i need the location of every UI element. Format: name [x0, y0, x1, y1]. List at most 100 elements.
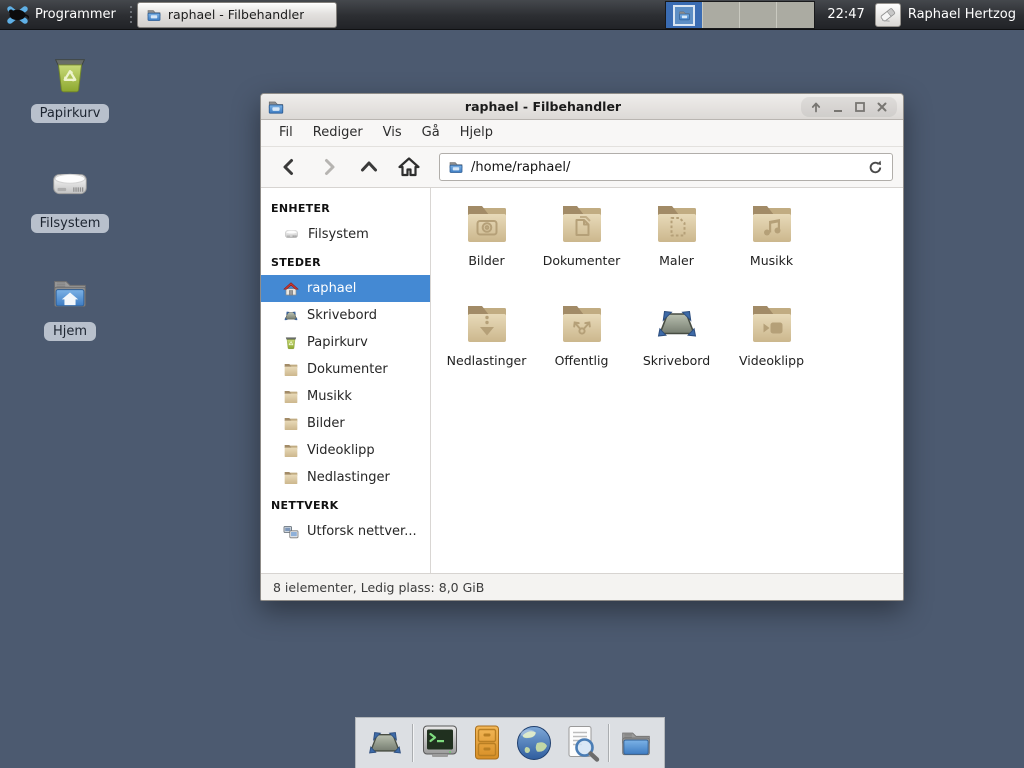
sidebar-item-browse-network[interactable]: Utforsk nettver... [261, 518, 430, 545]
desktop-icon-trash[interactable]: Papirkurv [20, 52, 120, 123]
file-item-pictures[interactable]: Bilder [439, 200, 534, 300]
window-controls [801, 97, 897, 117]
path-input[interactable]: /home/raphael/ [471, 160, 860, 175]
file-item-videos[interactable]: Videoklipp [724, 300, 819, 400]
folder-icon [283, 362, 299, 378]
home-folder-icon [47, 270, 93, 316]
reload-icon[interactable] [867, 159, 884, 176]
workspace-4[interactable] [777, 2, 814, 28]
file-manager-icon [616, 723, 656, 763]
folder-document-icon [558, 200, 606, 248]
sidebar-item-music[interactable]: Musikk [261, 383, 430, 410]
sidebar-item-pictures[interactable]: Bilder [261, 410, 430, 437]
toolbar: /home/raphael/ [261, 147, 903, 188]
sidebar-item-label: Nedlastinger [307, 470, 390, 485]
folder-icon [283, 443, 299, 459]
desktop-icon-label: Filsystem [31, 214, 110, 233]
path-bar[interactable]: /home/raphael/ [439, 153, 893, 181]
clock[interactable]: 22:47 [827, 7, 864, 22]
folder-icon [678, 9, 691, 22]
close-button[interactable] [873, 98, 891, 116]
file-item-downloads[interactable]: Nedlastinger [439, 300, 534, 400]
menu-view[interactable]: Vis [373, 120, 412, 146]
sidebar-item-label: raphael [307, 281, 356, 296]
workspace-1[interactable] [666, 2, 703, 28]
applications-menu-label: Programmer [35, 7, 116, 22]
maximize-button[interactable] [851, 98, 869, 116]
shade-button[interactable] [807, 98, 825, 116]
web-browser-launcher[interactable] [514, 723, 554, 763]
file-label: Maler [659, 253, 694, 268]
menu-go[interactable]: Gå [412, 120, 450, 146]
folder-icon [283, 416, 299, 432]
network-icon [283, 524, 299, 540]
menu-help[interactable]: Hjelp [450, 120, 503, 146]
file-item-documents[interactable]: Dokumenter [534, 200, 629, 300]
sidebar-header-devices: ENHETER [261, 194, 430, 221]
sidebar-item-documents[interactable]: Dokumenter [261, 356, 430, 383]
desktop-icon-filesystem[interactable]: Filsystem [20, 162, 120, 233]
folder-icon [146, 7, 162, 23]
trash-icon [47, 52, 93, 98]
folder-icon [448, 159, 464, 175]
file-item-public[interactable]: Offentlig [534, 300, 629, 400]
user-action-button[interactable] [875, 3, 901, 27]
sidebar-item-label: Filsystem [308, 227, 369, 242]
sidebar-item-desktop[interactable]: Skrivebord [261, 302, 430, 329]
home-icon [283, 281, 299, 297]
file-view[interactable]: Bilder Dokumenter Maler Musikk Nedlastin… [431, 188, 903, 573]
sidebar-item-raphael[interactable]: raphael [261, 275, 430, 302]
terminal-launcher[interactable] [420, 723, 460, 763]
folder-music-icon [748, 200, 796, 248]
tasklist-grip[interactable] [129, 6, 134, 24]
back-button[interactable] [271, 151, 307, 183]
user-name[interactable]: Raphael Hertzog [908, 7, 1016, 22]
sidebar-item-label: Dokumenter [307, 362, 388, 377]
task-button-filemanager[interactable]: raphael - Filbehandler [137, 2, 337, 28]
up-button[interactable] [351, 151, 387, 183]
file-item-music[interactable]: Musikk [724, 200, 819, 300]
web-browser-icon [514, 723, 554, 763]
titlebar[interactable]: raphael - Filbehandler [261, 94, 903, 120]
sidebar-item-label: Musikk [307, 389, 352, 404]
sidebar-item-label: Papirkurv [307, 335, 368, 350]
sidebar-item-videos[interactable]: Videoklipp [261, 437, 430, 464]
folder-template-icon [653, 200, 701, 248]
applications-menu[interactable]: Programmer [0, 0, 126, 29]
app-finder-launcher[interactable] [561, 723, 601, 763]
file-label: Bilder [468, 253, 504, 268]
dock [355, 717, 665, 768]
workspace-window-thumbnail [673, 5, 695, 26]
file-label: Videoklipp [739, 353, 804, 368]
window-icon [267, 98, 285, 116]
file-cabinet-launcher[interactable] [467, 723, 507, 763]
statusbar-text: 8 ielementer, Ledig plass: 8,0 GiB [273, 580, 484, 595]
sidebar-item-label: Skrivebord [307, 308, 377, 323]
file-cabinet-icon [467, 723, 507, 763]
top-panel: Programmer raphael - Filbehandler 22:47 … [0, 0, 1024, 30]
file-item-templates[interactable]: Maler [629, 200, 724, 300]
workspace-2[interactable] [703, 2, 740, 28]
file-item-desktop[interactable]: Skrivebord [629, 300, 724, 400]
file-manager-launcher[interactable] [616, 723, 656, 763]
minimize-button[interactable] [829, 98, 847, 116]
desktop-icon [653, 300, 701, 348]
workspace-3[interactable] [740, 2, 777, 28]
harddisk-icon [47, 162, 93, 208]
forward-button[interactable] [311, 151, 347, 183]
menu-edit[interactable]: Rediger [303, 120, 373, 146]
menu-file[interactable]: Fil [269, 120, 303, 146]
file-label: Offentlig [555, 353, 609, 368]
desktop-icon-home[interactable]: Hjem [20, 270, 120, 341]
sidebar-item-downloads[interactable]: Nedlastinger [261, 464, 430, 491]
folder-video-icon [748, 300, 796, 348]
sidebar-item-trash[interactable]: Papirkurv [261, 329, 430, 356]
desktop-icon-label: Hjem [44, 322, 96, 341]
file-manager-window: raphael - Filbehandler Fil Rediger Vis G… [260, 93, 904, 601]
sidebar-item-filesystem[interactable]: Filsystem [261, 221, 430, 248]
desktop-icon [283, 308, 299, 324]
menubar: Fil Rediger Vis Gå Hjelp [261, 120, 903, 147]
sidebar-header-places: STEDER [261, 248, 430, 275]
home-button[interactable] [391, 151, 427, 183]
show-desktop-button[interactable] [365, 723, 405, 763]
